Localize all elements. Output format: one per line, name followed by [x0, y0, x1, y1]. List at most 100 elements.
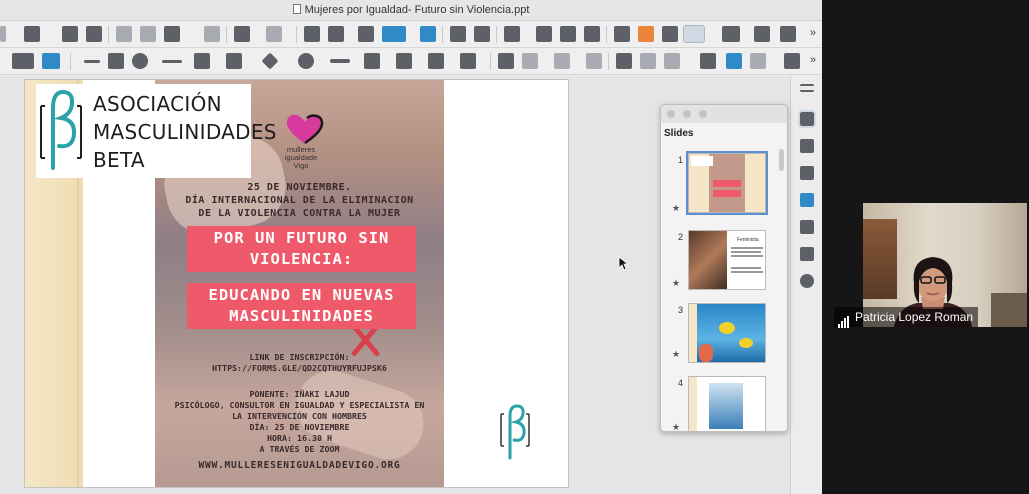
filter-icon[interactable]: [664, 53, 680, 69]
thumbnail-image[interactable]: [686, 151, 768, 215]
registration-link-text: LINK DE INSCRIPCIÓN: HTTPS://FORMS.GLE/Q…: [155, 352, 444, 374]
comment-icon[interactable]: [754, 26, 770, 42]
custom-animation-icon: ★: [672, 278, 681, 288]
slide-transition-icon[interactable]: [800, 139, 814, 153]
beta-symbol-icon: [40, 89, 82, 170]
line-color-icon[interactable]: [12, 53, 34, 69]
image-icon[interactable]: [536, 26, 552, 42]
curves-icon[interactable]: [194, 53, 210, 69]
find-replace-icon[interactable]: [304, 26, 320, 42]
shadow-icon[interactable]: [616, 53, 632, 69]
panel-close-button[interactable]: [667, 110, 675, 118]
date-line: DÍA INTERNACIONAL DE LA ELIMINACION: [185, 195, 414, 206]
video-wall-art: [991, 293, 1027, 327]
new-document-icon[interactable]: [24, 26, 40, 42]
mouse-pointer-icon: [618, 256, 628, 271]
print-icon[interactable]: [86, 26, 102, 42]
grid-icon[interactable]: [358, 26, 374, 42]
symbol-shapes-icon[interactable]: [298, 53, 314, 69]
rectangle-icon[interactable]: [108, 53, 124, 69]
thumbnail-image[interactable]: [688, 376, 766, 431]
thumbnail-image[interactable]: [688, 303, 766, 363]
rotate-icon[interactable]: [498, 53, 514, 69]
table-icon[interactable]: [504, 26, 520, 42]
block-arrows-icon[interactable]: [330, 59, 350, 63]
sidebar-deck: [790, 76, 822, 494]
line-color-brush-icon[interactable]: [683, 25, 705, 43]
align-icon[interactable]: [522, 53, 538, 69]
panel-zoom-button[interactable]: [699, 110, 707, 118]
stars-icon[interactable]: [428, 53, 444, 69]
lines-arrows-icon[interactable]: [162, 60, 182, 63]
logo-line: ASOCIACIÓN: [93, 92, 222, 116]
link-line: HTTPS://FORMS.GLE/QD2CQTHUYRFUJPSK6: [212, 363, 387, 373]
spelling-icon[interactable]: [328, 26, 344, 42]
paste-icon[interactable]: [164, 26, 180, 42]
ellipse-icon[interactable]: [132, 53, 148, 69]
beta-small-logo-icon: [500, 404, 530, 460]
show-draw-functions-icon[interactable]: [780, 26, 796, 42]
heart-icon: [286, 114, 324, 145]
properties-icon[interactable]: [800, 84, 814, 92]
thumbnail-image[interactable]: Feminista: [688, 230, 766, 290]
basic-shapes-icon[interactable]: [261, 52, 279, 70]
slide-number: 4: [678, 378, 684, 388]
open-icon[interactable]: [62, 26, 78, 42]
start-from-first-icon[interactable]: [450, 26, 466, 42]
copy-icon[interactable]: [140, 26, 156, 42]
navigator-icon[interactable]: [800, 274, 814, 288]
draw-function-icon[interactable]: [784, 53, 800, 69]
line-icon[interactable]: [84, 60, 100, 63]
fontwork-icon[interactable]: [638, 26, 654, 42]
slides-panel-scrollbar[interactable]: [779, 149, 784, 171]
document-icon: [292, 4, 301, 14]
hyperlink-icon[interactable]: [662, 26, 678, 42]
title-bar: Mujeres por Igualdad- Futuro sin Violenc…: [0, 0, 822, 21]
speaker-line: DÍA: 25 DE NOVIEMBRE: [249, 422, 350, 432]
3d-objects-icon[interactable]: [460, 53, 476, 69]
speaker-line: LA INTERVENCIÓN CON HOMBRES: [232, 411, 367, 421]
slides-panel-titlebar[interactable]: [661, 105, 787, 123]
text-box-icon[interactable]: [614, 26, 630, 42]
crop-icon[interactable]: [640, 53, 656, 69]
cut-icon[interactable]: [116, 26, 132, 42]
website-text: WWW.MULLERESENIGUALDADEVIGO.ORG: [198, 460, 401, 471]
drawing-toolbar-overflow-button[interactable]: »: [810, 54, 816, 66]
start-from-current-icon[interactable]: [474, 26, 490, 42]
styles-icon[interactable]: [800, 220, 814, 234]
connectors-icon[interactable]: [226, 53, 242, 69]
media-icon[interactable]: [560, 26, 576, 42]
toolbar-overflow-button[interactable]: »: [810, 27, 816, 39]
partner-logo-line: Vigo: [293, 161, 309, 170]
thumbnail-heading: Feminista: [737, 237, 759, 243]
partner-logo-text: mulleres igualdade Vigo: [261, 146, 341, 170]
flowchart-icon[interactable]: [364, 53, 380, 69]
callouts-icon[interactable]: [396, 53, 412, 69]
arrange-icon[interactable]: [554, 53, 570, 69]
drawing-toolbar: »: [0, 48, 822, 75]
display-views-icon[interactable]: [382, 26, 406, 42]
redo-icon[interactable]: [266, 26, 282, 42]
master-slides-icon[interactable]: [800, 193, 814, 207]
current-slide[interactable]: 25 DE NOVIEMBRE. DÍA INTERNACIONAL DE LA…: [24, 79, 569, 488]
custom-animation-icon: ★: [672, 349, 681, 359]
panel-minimize-button[interactable]: [683, 110, 691, 118]
toggle-extrusion-icon[interactable]: [750, 53, 766, 69]
banner-line: EDUCANDO EN NUEVAS: [208, 286, 395, 304]
animation-icon[interactable]: [800, 166, 814, 180]
slide-layouts-icon[interactable]: [798, 110, 816, 128]
gallery-icon[interactable]: [800, 247, 814, 261]
chart-icon[interactable]: [584, 26, 600, 42]
undo-icon[interactable]: [234, 26, 250, 42]
slides-panel[interactable]: Slides 1 ★ 2 ★ Feminista 3 ★ 4 ★: [660, 104, 788, 432]
beta-association-logo[interactable]: ASOCIACIÓN MASCULINIDADES BETA: [36, 84, 277, 178]
points-icon[interactable]: [700, 53, 716, 69]
date-line: 25 DE NOVIEMBRE.: [247, 182, 352, 193]
toolbar-edge-icon[interactable]: [0, 26, 6, 42]
fill-color-icon[interactable]: [42, 53, 60, 69]
glue-points-icon[interactable]: [726, 53, 742, 69]
master-slide-icon[interactable]: [420, 26, 436, 42]
clone-formatting-icon[interactable]: [204, 26, 220, 42]
distribute-icon[interactable]: [586, 53, 602, 69]
transitions-icon[interactable]: [722, 26, 740, 42]
